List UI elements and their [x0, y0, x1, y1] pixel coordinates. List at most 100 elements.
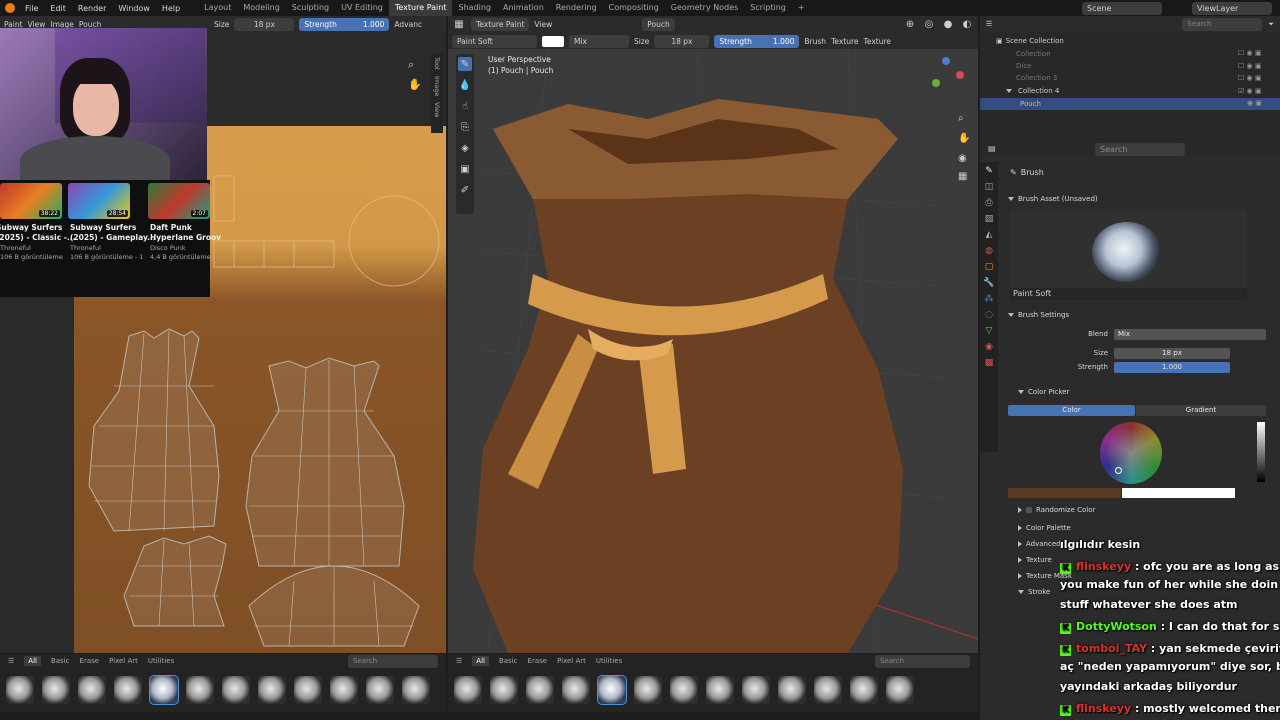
properties-type-icon[interactable]: ▤ — [988, 144, 996, 153]
brush-thumbnail[interactable] — [562, 676, 590, 704]
menu-file[interactable]: File — [19, 4, 44, 13]
shelf-search-input[interactable]: Search — [875, 654, 970, 668]
zoom-icon[interactable]: ⌕ — [958, 113, 964, 124]
size-field[interactable]: 18 px — [654, 35, 710, 48]
brush-thumbnail-selected[interactable] — [597, 675, 627, 705]
physics-tab-icon[interactable]: ◌ — [985, 310, 993, 320]
video-title[interactable]: Daft Punk — [150, 223, 192, 232]
workspace-tab-uv-editing[interactable]: UV Editing — [335, 0, 389, 16]
color-swatch[interactable] — [542, 36, 564, 47]
workspace-tab-shading[interactable]: Shading — [452, 0, 497, 16]
texture-mask-menu[interactable]: Texture — [864, 37, 891, 46]
menu-help[interactable]: Help — [156, 4, 186, 13]
annotate-tool-icon[interactable]: ✐ — [458, 183, 472, 197]
advanced-menu[interactable]: Advanc — [394, 20, 422, 29]
brush-thumbnail[interactable] — [6, 676, 34, 704]
viewport-view-menu[interactable]: View — [534, 20, 552, 29]
blender-logo-icon[interactable] — [5, 3, 15, 13]
blend-select[interactable]: Mix — [1114, 329, 1266, 340]
brush-thumbnail[interactable] — [114, 676, 142, 704]
clone-tool-icon[interactable]: ⎘ — [458, 120, 472, 134]
brush-thumbnail[interactable] — [454, 676, 482, 704]
previous-color-swatch[interactable] — [1008, 488, 1121, 498]
chat-username[interactable]: DottyWotson — [1076, 620, 1157, 633]
shelf-menu-icon[interactable]: ☰ — [8, 657, 14, 665]
menu-edit[interactable]: Edit — [44, 4, 72, 13]
video-title[interactable]: Subway Surfers — [70, 223, 136, 232]
workspace-tab-animation[interactable]: Animation — [497, 0, 550, 16]
3d-viewport[interactable]: User Perspective (1) Pouch | Pouch ✎ 💧 ☝… — [448, 49, 978, 653]
tab-view[interactable]: View — [433, 102, 441, 117]
brush-thumbnail[interactable] — [222, 676, 250, 704]
color-palette-section[interactable]: Color Palette — [1018, 524, 1071, 532]
randomize-color-section[interactable]: Randomize Color — [1018, 506, 1095, 514]
particles-tab-icon[interactable]: ⁂ — [985, 294, 994, 304]
brush-thumbnail[interactable] — [490, 676, 518, 704]
zoom-icon[interactable]: ⌕ — [408, 58, 414, 72]
shelf-tab-basic[interactable]: Basic — [499, 657, 518, 665]
brush-thumbnail[interactable] — [366, 676, 394, 704]
shelf-tab-utilities[interactable]: Utilities — [148, 657, 174, 665]
brush-thumbnail[interactable] — [258, 676, 286, 704]
gizmo-toggle-icon[interactable]: ⊕ — [903, 18, 917, 32]
object-selector[interactable]: Pouch — [642, 18, 675, 31]
shelf-tab-erase[interactable]: Erase — [80, 657, 100, 665]
shelf-tab-all[interactable]: All — [24, 656, 41, 666]
video-title[interactable]: Subway Surfers — [0, 223, 62, 232]
menu-window[interactable]: Window — [112, 4, 156, 13]
fill-tool-icon[interactable]: ◈ — [458, 141, 472, 155]
menu-render[interactable]: Render — [72, 4, 112, 13]
workspace-tab-sculpting[interactable]: Sculpting — [286, 0, 335, 16]
chat-username[interactable]: flinskeyy — [1076, 702, 1131, 715]
brush-selector[interactable]: Paint Soft — [452, 35, 537, 48]
shelf-search-input[interactable]: Search — [348, 654, 438, 668]
tool-tab-icon[interactable]: ✎ — [985, 166, 993, 176]
gradient-tab[interactable]: Gradient — [1136, 405, 1266, 416]
advanced-section[interactable]: Advanced — [1018, 540, 1061, 548]
scene-selector[interactable]: Scene — [1082, 1, 1162, 15]
shelf-tab-pixel-art[interactable]: Pixel Art — [557, 657, 586, 665]
color-wheel-cursor[interactable] — [1115, 467, 1122, 474]
tab-image[interactable]: Image — [433, 76, 441, 96]
material-tab-icon[interactable]: ◉ — [985, 342, 993, 352]
shelf-tab-all[interactable]: All — [472, 656, 489, 666]
texture-tab-icon[interactable]: ▩ — [985, 358, 994, 368]
editor-type-icon[interactable]: ▦ — [452, 18, 466, 32]
outliner-item-dice[interactable]: Dice — [1016, 60, 1032, 72]
video-title-line2[interactable]: Hyperlane Groov — [150, 233, 221, 242]
shading-solid-icon[interactable]: ● — [941, 18, 955, 32]
shelf-menu-icon[interactable]: ☰ — [456, 657, 462, 665]
shelf-tab-erase[interactable]: Erase — [528, 657, 548, 665]
color-tab[interactable]: Color — [1008, 405, 1135, 416]
value-slider[interactable] — [1257, 422, 1265, 482]
brush-thumbnail[interactable] — [742, 676, 770, 704]
modifier-tab-icon[interactable]: 🔧 — [983, 278, 994, 288]
video-thumbnail-2[interactable]: 28:54 — [68, 183, 130, 219]
outliner-search-input[interactable]: Search — [1182, 17, 1263, 31]
brush-thumbnail-selected[interactable] — [149, 675, 179, 705]
texture-section[interactable]: Texture — [1018, 556, 1052, 564]
chat-username[interactable]: tomboi_TAY — [1076, 642, 1147, 655]
workspace-tab-modeling[interactable]: Modeling — [237, 0, 285, 16]
object-tab-icon[interactable]: ▢ — [985, 262, 994, 272]
properties-search-input[interactable]: Search — [1095, 143, 1185, 156]
current-color-swatch[interactable] — [1122, 488, 1235, 498]
workspace-tab-rendering[interactable]: Rendering — [550, 0, 603, 16]
view-layer-selector[interactable]: ViewLayer — [1192, 1, 1272, 15]
outliner-item-collection-3[interactable]: Collection 3 — [1016, 72, 1057, 84]
size-field[interactable]: 18 px — [234, 18, 295, 31]
outliner-type-icon[interactable]: ☰ — [986, 20, 992, 28]
texture-menu[interactable]: Texture — [831, 37, 858, 46]
hand-pan-icon[interactable]: ✋ — [408, 78, 422, 91]
shading-material-icon[interactable]: ◐ — [960, 18, 974, 32]
workspace-tab-scripting[interactable]: Scripting — [744, 0, 792, 16]
outliner-visibility-toggles[interactable]: ☐ ◉ ▣ ☐ ◉ ▣ ☐ ◉ ▣ ☑ ◉ ▣ ◉ ▣ — [1238, 47, 1262, 110]
strength-slider[interactable]: Strength 1.000 — [299, 18, 390, 31]
size-field[interactable]: 18 px — [1114, 348, 1230, 359]
brush-asset-section[interactable]: Brush Asset (Unsaved) — [1008, 195, 1098, 203]
mode-selector[interactable]: Texture Paint — [471, 18, 530, 31]
brush-thumbnail[interactable] — [850, 676, 878, 704]
render-tab-icon[interactable]: ◫ — [985, 182, 994, 192]
color-picker-section[interactable]: Color Picker — [1018, 388, 1069, 396]
workspace-tab-geometry-nodes[interactable]: Geometry Nodes — [665, 0, 744, 16]
